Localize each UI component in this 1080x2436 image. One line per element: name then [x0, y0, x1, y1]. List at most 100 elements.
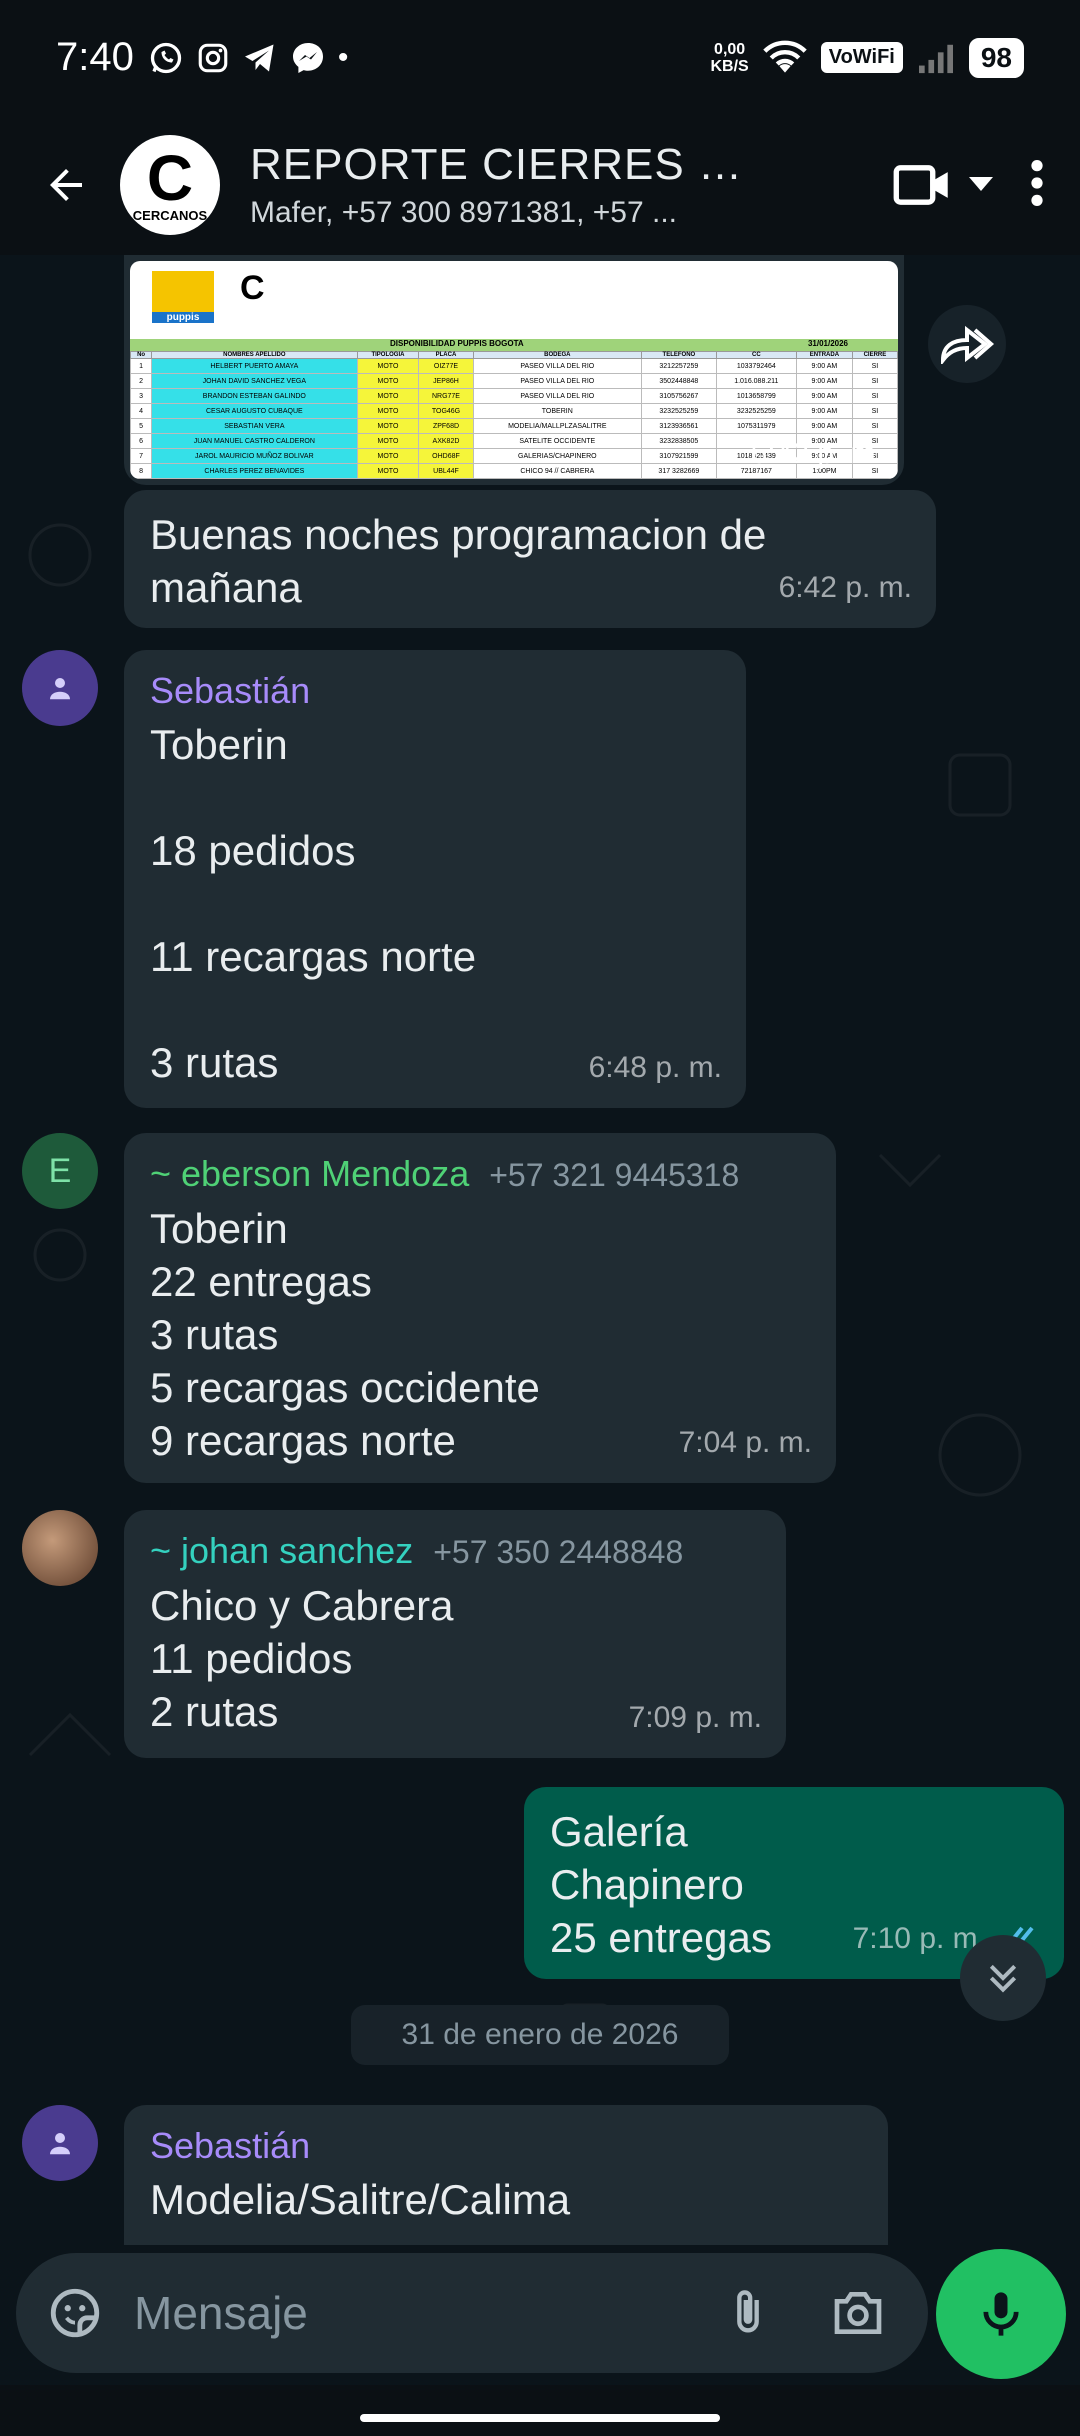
sheet-cell: MOTO [356, 463, 420, 479]
video-call-icon [893, 165, 948, 205]
image-time: 6:42 p. m. [750, 437, 884, 470]
scroll-to-bottom-button[interactable] [960, 1935, 1046, 2021]
sheet-cell: MODELIA/MALLPLZASALITRE [472, 418, 643, 434]
sheet-cell: 8 [130, 463, 153, 479]
sheet-cell: 317 3282669 [641, 463, 717, 479]
sheet-cell: 9:00 AM [795, 403, 853, 419]
sender-name[interactable]: Sebastián [150, 2123, 862, 2169]
voice-record-button[interactable] [936, 2249, 1066, 2379]
message-bubble-6[interactable]: Sebastián Modelia/Salitre/Calima [124, 2105, 888, 2245]
message-text: Toberin 18 pedidos 11 recargas norte 3 r… [150, 721, 477, 1086]
sheet-cell: NRG77E [418, 388, 474, 404]
sheet-header-cell: BODEGA [472, 351, 643, 359]
sheet-header-cell: PLACA [418, 351, 474, 359]
net-speed-unit: KB/S [710, 57, 749, 75]
sender-name[interactable]: ~ johan sanchez [150, 1530, 413, 1571]
sheet-cell: 3 [130, 388, 153, 404]
message-bubble-1[interactable]: Buenas noches programacion de mañana 6:4… [124, 490, 936, 628]
date-separator: 31 de enero de 2026 [351, 2005, 729, 2065]
back-button[interactable] [24, 143, 108, 227]
sender-line: ~ eberson Mendoza +57 321 9445318 [150, 1151, 810, 1198]
signal-icon [918, 44, 953, 73]
battery-level: 98 [968, 37, 1024, 78]
camera-icon[interactable] [828, 2285, 888, 2341]
avatar-johan[interactable] [22, 1510, 98, 1586]
sender-line: ~ johan sanchez +57 350 2448848 [150, 1528, 760, 1575]
message-bubble-4[interactable]: ~ johan sanchez +57 350 2448848 Chico y C… [124, 1510, 786, 1758]
sender-name[interactable]: ~ eberson Mendoza [150, 1153, 469, 1194]
emoji-sticker-icon[interactable] [46, 2284, 104, 2342]
image-message[interactable]: puppis C DISPONIBILIDAD PUPPIS BOGOTA 31… [124, 255, 904, 485]
whatsapp-icon [150, 42, 182, 73]
sheet-cell: OHD68F [418, 448, 474, 464]
chat-area[interactable]: puppis C DISPONIBILIDAD PUPPIS BOGOTA 31… [0, 255, 1080, 2245]
sheet-header-cell: CIERRE [851, 351, 898, 359]
sheet-title-bar: DISPONIBILIDAD PUPPIS BOGOTA 31/01/2026 [130, 339, 898, 351]
avatar-photo [22, 1510, 98, 1586]
sheet-row: 4 CESAR AUGUSTO CUBAQUE MOTO TOG46G TOBERIN 3… [130, 403, 898, 419]
message-text: Modelia/Salitre/Calima [150, 2176, 571, 2223]
group-members: Mafer, +57 300 8971381, +57 ... [250, 196, 678, 229]
sheet-row: 5 SEBASTIAN VERA MOTO ZPF68D MODELIA/MALLPLZ… [130, 418, 898, 434]
header-info[interactable]: REPORTE CIERRES P... Mafer, +57 300 8971… [250, 140, 750, 230]
sheet-cell: 3232525259 [641, 403, 717, 419]
sheet-cell: MOTO [356, 418, 420, 434]
forward-button[interactable] [928, 305, 1006, 383]
sheet-cell: 5 [130, 418, 153, 434]
message-input[interactable] [134, 2286, 654, 2340]
sheet-cell: SI [851, 373, 898, 389]
sheet-cell: BRANDON ESTEBAN GALINDO [151, 388, 358, 404]
instagram-icon [198, 43, 228, 72]
forward-icon [940, 325, 995, 364]
sheet-row: 2 JOHAN DAVID SANCHEZ VEGA MOTO JEP86H PASEO… [130, 373, 898, 389]
avatar-sebastian[interactable] [22, 650, 98, 726]
more-options-button[interactable] [1028, 157, 1046, 214]
sheet-cell: MOTO [356, 403, 420, 419]
sheet-cell: SI [851, 388, 898, 404]
puppis-logo: puppis [152, 271, 214, 323]
more-icon [1031, 159, 1043, 206]
chat-header: C CERCANOS REPORTE CIERRES P... Mafer, +… [0, 115, 1080, 255]
sheet-header-cell: TIPOLOGIA [356, 351, 420, 359]
message-bubble-3[interactable]: ~ eberson Mendoza +57 321 9445318 Toberin… [124, 1133, 836, 1483]
sheet-cell: AXK82D [418, 433, 474, 449]
sheet-cell: 4 [130, 403, 153, 419]
vowifi-badge: VoWiFi [820, 42, 903, 73]
attach-icon[interactable] [722, 2284, 774, 2342]
sheet-cell: 9:00 AM [795, 373, 853, 389]
avatar-eberson[interactable]: E [22, 1133, 98, 1209]
sheet-header-cell: CC [715, 351, 797, 359]
sheet-cell: 3232838505 [641, 433, 717, 449]
message-composer[interactable] [16, 2253, 928, 2373]
sheet-cell: 1013658799 [715, 388, 797, 404]
cercanos-logo: C [240, 269, 265, 307]
back-arrow-icon [50, 169, 82, 201]
sheet-cell: 3105756267 [641, 388, 717, 404]
message-time: 7:09 p. m. [628, 1701, 762, 1734]
sheet-cell: 2 [130, 373, 153, 389]
dropdown-icon [969, 177, 993, 191]
message-bubble-2[interactable]: Sebastián Toberin 18 pedidos 11 recargas… [124, 650, 746, 1108]
sheet-cell: SI [851, 403, 898, 419]
wifi-icon [763, 40, 807, 73]
group-avatar[interactable]: C CERCANOS [120, 135, 220, 235]
sender-phone: +57 350 2448848 [433, 1534, 684, 1570]
sheet-cell: PASEO VILLA DEL RIO [472, 373, 643, 389]
sheet-cell: 1075311979 [715, 418, 797, 434]
group-avatar-letter: C [146, 141, 194, 214]
sender-phone: +57 321 9445318 [489, 1157, 740, 1193]
sheet-cell: 1.016.088.211 [715, 373, 797, 389]
spreadsheet-image[interactable]: puppis C DISPONIBILIDAD PUPPIS BOGOTA 31… [130, 261, 898, 479]
mic-icon [983, 2292, 1019, 2336]
avatar-sebastian[interactable] [22, 2105, 98, 2181]
sheet-cell: CESAR AUGUSTO CUBAQUE [151, 403, 358, 419]
messenger-icon [292, 42, 323, 73]
sheet-cell: 9:00 AM [795, 388, 853, 404]
sender-name[interactable]: Sebastián [150, 668, 720, 714]
sheet-header-row: No NOMBRES APELLIDO TIPOLOGIA PLACA BODEGA TE… [130, 351, 898, 359]
sheet-cell: PASEO VILLA DEL RIO [472, 388, 643, 404]
sheet-cell: MOTO [356, 433, 420, 449]
home-indicator[interactable] [360, 2414, 720, 2422]
sheet-cell: 1 [130, 358, 153, 374]
video-call-button[interactable] [892, 160, 994, 210]
